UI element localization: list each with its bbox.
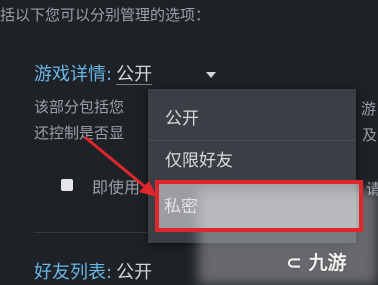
- checkbox-label: 即使用: [92, 178, 141, 197]
- description-fragment-right-2: 及: [362, 126, 378, 144]
- game-details-label: 游戏详情:: [34, 64, 113, 85]
- friends-list-label: 好友列表:: [34, 262, 113, 283]
- game-details-description-line2: 还控制是否显: [34, 124, 125, 142]
- watermark-logo: ⊂ 九游: [286, 252, 347, 274]
- friends-list-value[interactable]: 公开: [116, 262, 152, 283]
- dropdown-option-public[interactable]: 公开: [148, 97, 356, 141]
- chevron-down-icon[interactable]: [206, 72, 216, 78]
- intro-text: 括以下您可以分别管理的选项：: [0, 6, 211, 24]
- description-fragment-right-1: 游: [361, 100, 377, 118]
- game-details-description-line1: 该部分包括您: [34, 98, 125, 116]
- friends-list-setting: 好友列表: 公开: [34, 258, 152, 284]
- always-private-checkbox[interactable]: [61, 179, 73, 191]
- dropdown-option-friends-only[interactable]: 仅限好友: [148, 139, 356, 183]
- game-details-setting: 游戏详情: 公开: [34, 60, 152, 86]
- highlight-box-private: [155, 180, 363, 232]
- game-details-value[interactable]: 公开: [116, 64, 152, 85]
